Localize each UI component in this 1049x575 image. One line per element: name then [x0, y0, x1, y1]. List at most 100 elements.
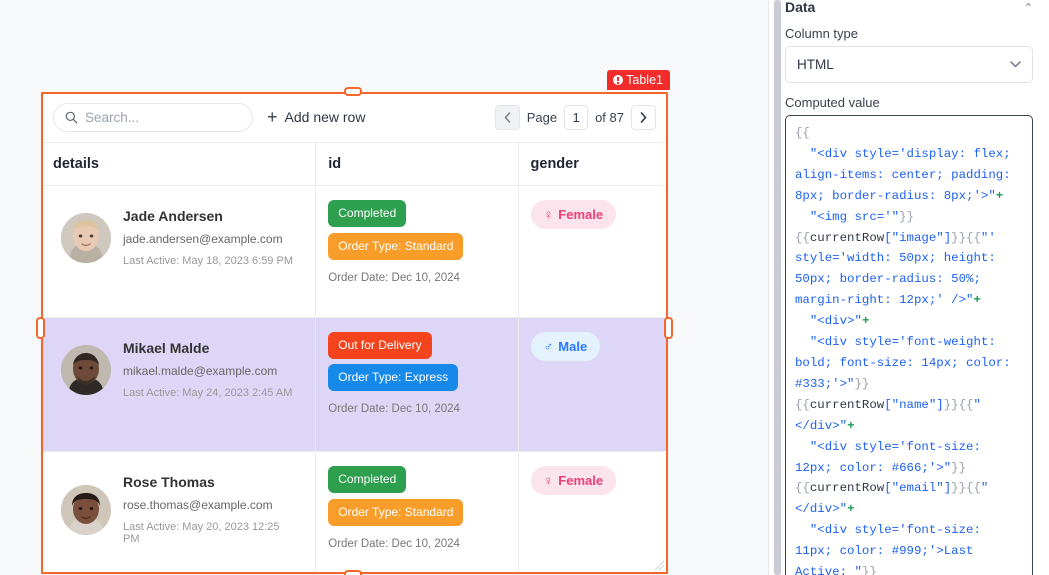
order-type-badge: Order Type: Standard — [328, 233, 463, 260]
order-date: Order Date: Dec 10, 2024 — [328, 538, 505, 550]
gender-label: Female — [558, 208, 603, 221]
person-name: Rose Thomas — [123, 474, 295, 490]
person-last-active: Last Active: May 24, 2023 2:45 AM — [123, 387, 292, 399]
chevron-left-icon — [504, 112, 511, 123]
table-widget[interactable]: Search... + Add new row Page — [41, 92, 668, 574]
person-card: Mikael Malde mikael.malde@example.com La… — [53, 332, 303, 407]
search-input[interactable]: Search... — [53, 103, 253, 132]
panel-scrollbar-thumb[interactable] — [774, 0, 781, 575]
data-section-title: Data — [785, 0, 815, 14]
gender-cell[interactable]: ♂ Male — [518, 318, 668, 452]
plus-icon: + — [267, 108, 278, 126]
gender-pill: ♀ Female — [531, 200, 617, 229]
avatar — [61, 485, 111, 535]
prev-page-button[interactable] — [495, 105, 520, 130]
gender-cell[interactable]: ♀ Female — [518, 452, 668, 575]
editor-canvas[interactable]: Table1 Search... + Add new row — [0, 0, 752, 575]
column-header-gender[interactable]: gender — [518, 143, 668, 186]
page-number-input[interactable] — [564, 105, 588, 130]
id-cell[interactable]: Out for Delivery Order Type: Express Ord… — [316, 318, 518, 452]
column-type-select[interactable]: HTML — [785, 46, 1033, 83]
female-symbol-icon: ♀ — [544, 474, 554, 487]
avatar-image-jade — [61, 213, 111, 263]
data-section-header[interactable]: Data ⌃ — [785, 0, 1033, 14]
person-name: Jade Andersen — [123, 208, 293, 224]
person-name: Mikael Malde — [123, 340, 292, 356]
next-page-button[interactable] — [631, 105, 656, 130]
order-type-badge: Order Type: Standard — [328, 499, 463, 526]
search-placeholder: Search... — [85, 110, 139, 125]
table-widget-container[interactable]: Table1 Search... + Add new row — [41, 92, 668, 574]
add-new-row-button[interactable]: + Add new row — [267, 108, 365, 126]
property-panel: Data ⌃ Column type HTML Computed value {… — [768, 0, 1049, 575]
app-root: Table1 Search... + Add new row — [0, 0, 1049, 575]
status-badge: Out for Delivery — [328, 332, 431, 359]
gender-label: Male — [558, 340, 587, 353]
id-cell[interactable]: Completed Order Type: Standard Order Dat… — [316, 452, 518, 575]
details-cell[interactable]: Rose Thomas rose.thomas@example.com Last… — [41, 452, 316, 575]
status-badge: Completed — [328, 466, 406, 493]
person-info: Mikael Malde mikael.malde@example.com La… — [123, 340, 292, 399]
chevron-down-icon — [1010, 61, 1021, 68]
table-row[interactable]: Jade Andersen jade.andersen@example.com … — [41, 186, 668, 318]
table-row[interactable]: Rose Thomas rose.thomas@example.com Last… — [41, 452, 668, 575]
property-panel-content: Data ⌃ Column type HTML Computed value {… — [781, 0, 1049, 575]
chevron-right-icon — [640, 112, 647, 123]
person-email: jade.andersen@example.com — [123, 232, 293, 246]
resize-handle-top[interactable] — [344, 87, 362, 96]
person-info: Rose Thomas rose.thomas@example.com Last… — [123, 474, 295, 545]
computed-value-code[interactable]: {{ "<div style='display: flex; align-ite… — [795, 123, 1023, 575]
column-type-label: Column type — [785, 26, 1033, 41]
table-body: Jade Andersen jade.andersen@example.com … — [41, 186, 668, 575]
gender-pill: ♂ Male — [531, 332, 601, 361]
person-last-active: Last Active: May 18, 2023 6:59 PM — [123, 255, 293, 267]
table-toolbar: Search... + Add new row Page — [41, 92, 668, 142]
add-new-row-label: Add new row — [285, 109, 366, 125]
page-label: Page — [527, 110, 557, 125]
details-cell[interactable]: Mikael Malde mikael.malde@example.com La… — [41, 318, 316, 452]
gender-label: Female — [558, 474, 603, 487]
error-info-icon — [613, 75, 623, 85]
panel-scrollbar[interactable] — [774, 0, 781, 575]
table-row[interactable]: Mikael Malde mikael.malde@example.com La… — [41, 318, 668, 452]
table-header-row: details id gender — [41, 143, 668, 186]
person-last-active: Last Active: May 20, 2023 12:25 PM — [123, 521, 295, 545]
male-symbol-icon: ♂ — [544, 340, 554, 353]
gender-pill: ♀ Female — [531, 466, 617, 495]
resize-handle-right[interactable] — [664, 317, 673, 339]
order-date: Order Date: Dec 10, 2024 — [328, 272, 505, 284]
column-header-details[interactable]: details — [41, 143, 316, 186]
avatar — [61, 345, 111, 395]
avatar — [61, 213, 111, 263]
pagination: Page of 87 — [495, 105, 656, 130]
person-email: rose.thomas@example.com — [123, 498, 295, 512]
resize-handle-bottom[interactable] — [344, 570, 362, 575]
details-cell[interactable]: Jade Andersen jade.andersen@example.com … — [41, 186, 316, 318]
id-cell[interactable]: Completed Order Type: Standard Order Dat… — [316, 186, 518, 318]
chevron-up-icon[interactable]: ⌃ — [1024, 1, 1033, 14]
status-badges: Out for Delivery Order Type: Express — [328, 332, 505, 391]
person-card: Jade Andersen jade.andersen@example.com … — [53, 200, 303, 275]
avatar-image-mikael — [61, 345, 111, 395]
female-symbol-icon: ♀ — [544, 208, 554, 221]
order-date: Order Date: Dec 10, 2024 — [328, 403, 505, 415]
avatar-image-rose — [61, 485, 111, 535]
data-table: details id gender — [41, 142, 668, 574]
resize-handle-left[interactable] — [36, 317, 45, 339]
order-type-badge: Order Type: Express — [328, 364, 458, 391]
widget-name-text: Table1 — [626, 73, 663, 87]
person-card: Rose Thomas rose.thomas@example.com Last… — [53, 466, 303, 553]
person-email: mikael.malde@example.com — [123, 364, 292, 378]
search-icon — [65, 111, 78, 124]
status-badge: Completed — [328, 200, 406, 227]
widget-name-badge[interactable]: Table1 — [607, 70, 670, 90]
computed-value-label: Computed value — [785, 95, 1033, 110]
person-info: Jade Andersen jade.andersen@example.com … — [123, 208, 293, 267]
table-header: details id gender — [41, 143, 668, 186]
column-header-id[interactable]: id — [316, 143, 518, 186]
gender-cell[interactable]: ♀ Female — [518, 186, 668, 318]
computed-value-editor[interactable]: {{ "<div style='display: flex; align-ite… — [785, 115, 1033, 575]
status-badges: Completed Order Type: Standard — [328, 466, 505, 526]
resize-grip-icon[interactable] — [653, 559, 665, 571]
page-total-label: of 87 — [595, 110, 624, 125]
